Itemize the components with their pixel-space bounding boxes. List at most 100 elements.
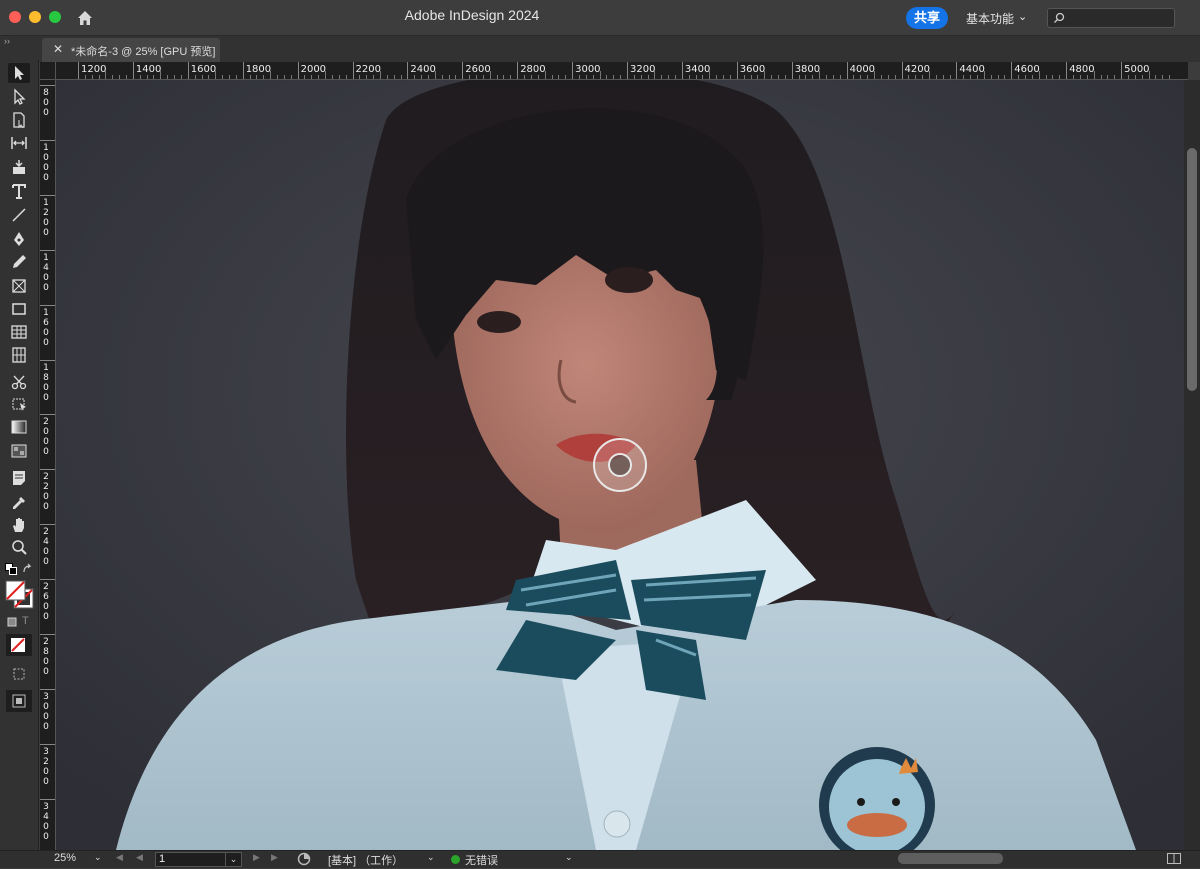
ruler-minor-tick [208, 75, 210, 79]
ruler-minor-tick [537, 75, 539, 79]
gap-tool-icon[interactable] [8, 133, 30, 153]
ruler-major-tick [1121, 62, 1123, 79]
rectangle-frame-tool-icon[interactable] [8, 276, 30, 296]
ruler-minor-tick [558, 75, 560, 79]
gradient-feather-tool-icon[interactable] [8, 441, 30, 461]
direct-selection-tool-icon[interactable] [8, 87, 30, 107]
table-tool-icon[interactable] [8, 322, 30, 342]
grid-tool-icon[interactable] [8, 345, 30, 365]
ruler-major-tick [681, 62, 683, 79]
ruler-minor-tick [675, 75, 677, 79]
ruler-label: 2800 [43, 637, 49, 677]
ruler-label: 3200 [43, 746, 49, 787]
line-tool-icon[interactable] [8, 205, 30, 225]
ruler-minor-tick [922, 75, 924, 79]
fill-stroke-swatch[interactable] [5, 580, 35, 610]
gradient-swatch-tool-icon[interactable] [8, 417, 30, 437]
selection-tool-icon[interactable] [8, 63, 30, 83]
ruler-minor-tick [757, 75, 759, 79]
open-document-icon[interactable] [297, 852, 311, 866]
ruler-minor-tick [613, 75, 615, 79]
note-tool-icon[interactable] [8, 468, 30, 488]
content-grabber-icon[interactable] [608, 453, 632, 477]
profile-dropdown-icon[interactable]: ⌄ [427, 852, 435, 863]
collapse-panel-icon[interactable]: ›› [4, 36, 10, 46]
apply-none-icon[interactable] [6, 634, 32, 656]
eyedropper-tool-icon[interactable] [8, 493, 30, 513]
screen-mode-icon[interactable] [10, 666, 28, 682]
ruler-minor-tick [304, 75, 306, 79]
page-number-field[interactable]: 1 [155, 852, 230, 867]
page-tool-icon[interactable] [8, 110, 30, 130]
ruler-minor-tick [805, 75, 807, 79]
rectangle-tool-icon[interactable] [8, 299, 30, 319]
vertical-scroll-thumb[interactable] [1187, 148, 1197, 391]
ruler-minor-tick [640, 75, 642, 79]
zoom-tool-icon[interactable] [8, 538, 30, 558]
ruler-major-tick [40, 249, 55, 251]
horizontal-scroll-thumb[interactable] [898, 853, 1003, 864]
default-fill-stroke-icon[interactable] [5, 563, 17, 575]
next-page-icon[interactable]: ▶ [253, 852, 260, 863]
ruler-major-tick [40, 85, 55, 86]
preflight-profile[interactable]: [基本] （工作） [328, 852, 403, 868]
search-input[interactable] [1047, 8, 1175, 28]
pen-tool-icon[interactable] [8, 229, 30, 249]
pencil-tool-icon[interactable] [8, 252, 30, 272]
ruler-minor-tick [894, 75, 896, 79]
ruler-minor-tick [1114, 75, 1116, 79]
preview-mode-icon[interactable] [6, 690, 32, 712]
ruler-minor-tick [1155, 75, 1157, 79]
ruler-minor-tick [510, 75, 512, 79]
hand-tool-icon[interactable] [8, 515, 30, 535]
ruler-minor-tick [709, 71, 711, 79]
errors-dropdown-icon[interactable]: ⌄ [565, 852, 573, 863]
swap-fill-stroke-icon[interactable] [22, 563, 34, 575]
ruler-major-tick [40, 798, 55, 800]
ruler-minor-tick [455, 75, 457, 79]
scissors-tool-icon[interactable] [8, 372, 30, 392]
first-page-icon[interactable]: ◀ [116, 852, 123, 863]
workspace-switcher[interactable]: 基本功能 [966, 10, 1014, 27]
ruler-label: 4400 [959, 64, 985, 75]
formatting-text-icon[interactable]: T [22, 615, 34, 627]
ruler-minor-tick [1093, 71, 1095, 79]
formatting-container-icon[interactable] [6, 616, 18, 628]
ruler-label: 1800 [245, 64, 272, 75]
type-tool-icon[interactable] [8, 181, 30, 201]
ruler-minor-tick [379, 71, 381, 79]
zoom-dropdown-icon[interactable]: ⌄ [94, 852, 102, 863]
previous-page-icon[interactable]: ◀ [136, 852, 143, 863]
page-dropdown-icon[interactable]: ⌄ [225, 852, 242, 867]
ruler-major-tick [736, 62, 738, 79]
ruler-label: 1600 [43, 307, 49, 348]
ruler-minor-tick [283, 75, 285, 79]
horizontal-ruler[interactable]: 1200 1400 1600 1800 2000 2200 2400 2600 2800 3000… [40, 62, 1188, 80]
free-transform-tool-icon[interactable] [8, 394, 30, 414]
share-button[interactable]: 共享 [906, 7, 948, 29]
ruler-minor-tick [599, 71, 601, 79]
vertical-ruler[interactable]: 800 1000 1200 1400 1600 1800 2000 2200 2400 2600 2… [40, 79, 56, 850]
ruler-major-tick [40, 634, 55, 635]
ruler-major-tick [40, 304, 55, 306]
ruler-minor-tick [990, 75, 992, 79]
ruler-label: 1400 [43, 252, 49, 293]
close-tab-icon[interactable]: ✕ [53, 42, 63, 56]
ruler-label: 1200 [81, 64, 107, 75]
ruler-major-tick [407, 62, 409, 79]
ruler-minor-tick [146, 75, 148, 79]
zoom-level[interactable]: 25% [54, 852, 76, 864]
ruler-origin[interactable] [40, 62, 56, 80]
split-window-icon[interactable] [1167, 853, 1181, 864]
last-page-icon[interactable]: ▶ [271, 852, 278, 863]
ruler-label: 3400 [684, 64, 711, 75]
ruler-minor-tick [482, 75, 484, 79]
ruler-label: 1400 [135, 64, 162, 75]
document-canvas[interactable] [56, 80, 1184, 850]
ruler-minor-tick [1045, 75, 1047, 79]
chevron-down-icon[interactable]: ⌄ [1018, 10, 1027, 23]
ruler-minor-tick [1134, 75, 1136, 79]
content-collector-icon[interactable] [8, 157, 30, 177]
placed-photo[interactable] [56, 80, 1184, 850]
ruler-minor-tick [448, 75, 450, 79]
